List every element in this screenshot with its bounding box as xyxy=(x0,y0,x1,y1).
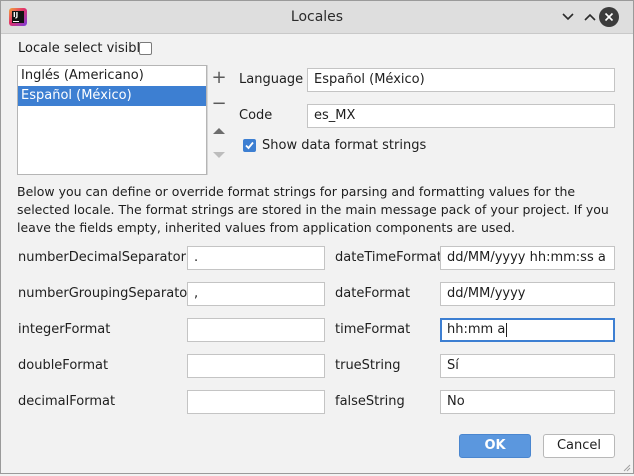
cancel-button[interactable]: Cancel xyxy=(543,434,615,458)
field-label-true-string: trueString xyxy=(335,358,401,373)
format-description: Below you can define or override format … xyxy=(17,184,609,235)
minimize-chevron-icon[interactable] xyxy=(558,7,578,27)
date-format-field[interactable]: dd/MM/yyyy xyxy=(440,282,615,306)
field-label-integer-format: integerFormat xyxy=(18,322,111,337)
locale-select-visible-label: Locale select visible xyxy=(18,41,149,56)
list-item-ingles[interactable]: Inglés (Americano) xyxy=(18,66,206,86)
code-field[interactable]: es_MX xyxy=(307,104,615,128)
locale-select-visible-checkbox[interactable] xyxy=(139,42,152,55)
show-format-checkbox[interactable] xyxy=(243,139,256,152)
language-label: Language xyxy=(239,72,304,87)
maximize-chevron-icon[interactable] xyxy=(580,7,600,27)
field-label-time-format: timeFormat xyxy=(335,322,411,337)
title-bar: IJ Locales xyxy=(1,1,633,34)
code-label: Code xyxy=(239,108,273,123)
false-string-field[interactable]: No xyxy=(440,390,615,414)
text-caret xyxy=(506,322,508,337)
field-label-date-format: dateFormat xyxy=(335,286,411,301)
field-label-number-decimal-separator: numberDecimalSeparator xyxy=(18,250,186,265)
field-label-date-time-format: dateTimeFormat xyxy=(335,250,442,265)
language-field[interactable]: Español (México) xyxy=(307,68,615,92)
list-item-espanol[interactable]: Español (México) xyxy=(18,86,206,106)
integer-format-field[interactable] xyxy=(187,318,325,342)
time-format-field[interactable]: hh:mm a xyxy=(440,318,615,342)
decimal-format-field[interactable] xyxy=(187,390,325,414)
add-locale-button[interactable]: + xyxy=(209,67,229,88)
remove-locale-button[interactable]: − xyxy=(209,93,229,114)
show-format-label: Show data format strings xyxy=(262,138,427,153)
date-time-format-field[interactable]: dd/MM/yyyy hh:mm:ss a xyxy=(440,246,615,270)
true-string-field[interactable]: Sí xyxy=(440,354,615,378)
locales-dialog: IJ Locales Locale select visible Inglés … xyxy=(0,0,634,474)
locales-list[interactable]: Inglés (Americano) Español (México) xyxy=(17,65,207,175)
number-grouping-separator-field[interactable]: , xyxy=(187,282,325,306)
close-icon[interactable] xyxy=(599,7,619,27)
field-label-decimal-format: decimalFormat xyxy=(18,394,116,409)
field-label-false-string: falseString xyxy=(335,394,405,409)
move-down-icon[interactable] xyxy=(209,145,229,165)
window-title: Locales xyxy=(290,9,344,25)
resize-grip-icon[interactable] xyxy=(621,461,631,472)
checkmark-icon xyxy=(245,141,254,150)
field-label-number-grouping-separator: numberGroupingSeparator xyxy=(18,286,193,301)
number-decimal-separator-field[interactable]: . xyxy=(187,246,325,270)
ok-button[interactable]: OK xyxy=(459,434,531,458)
double-format-field[interactable] xyxy=(187,354,325,378)
field-label-double-format: doubleFormat xyxy=(18,358,109,373)
move-up-icon[interactable] xyxy=(209,121,229,141)
time-format-value: hh:mm a xyxy=(447,322,506,337)
